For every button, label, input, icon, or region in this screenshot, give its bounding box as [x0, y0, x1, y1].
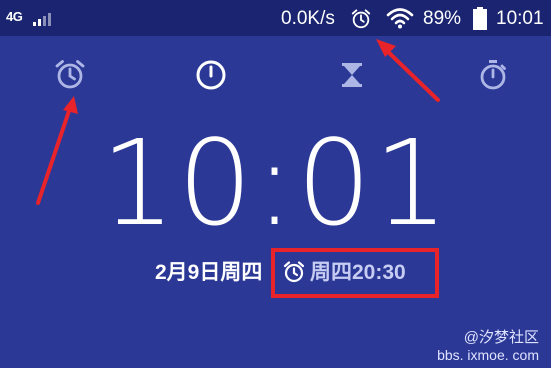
status-bar: 4G 0.0K/s 89% 10:01	[0, 0, 551, 36]
hourglass-icon[interactable]	[335, 58, 369, 92]
clock-icon[interactable]	[194, 58, 228, 92]
status-time: 10:01	[496, 8, 544, 29]
watermark-title: @汐梦社区	[463, 329, 539, 346]
watermark-url: bbs. ixmoe. com	[437, 347, 539, 363]
annotation-box	[271, 248, 439, 298]
annotation-arrow-status	[376, 39, 440, 102]
network-type: 4G	[6, 9, 23, 24]
alarm-clock-icon[interactable]	[53, 58, 87, 92]
battery-percent: 89%	[423, 8, 462, 29]
battery-icon	[473, 7, 487, 30]
clock-time: 10:01	[100, 114, 451, 252]
stopwatch-icon[interactable]	[476, 58, 510, 92]
signal-icon	[33, 13, 51, 26]
alarm-icon	[351, 9, 371, 29]
net-speed: 0.0K/s	[281, 8, 335, 29]
date-label: 2月9日周四	[155, 261, 263, 284]
wifi-icon	[386, 8, 414, 29]
